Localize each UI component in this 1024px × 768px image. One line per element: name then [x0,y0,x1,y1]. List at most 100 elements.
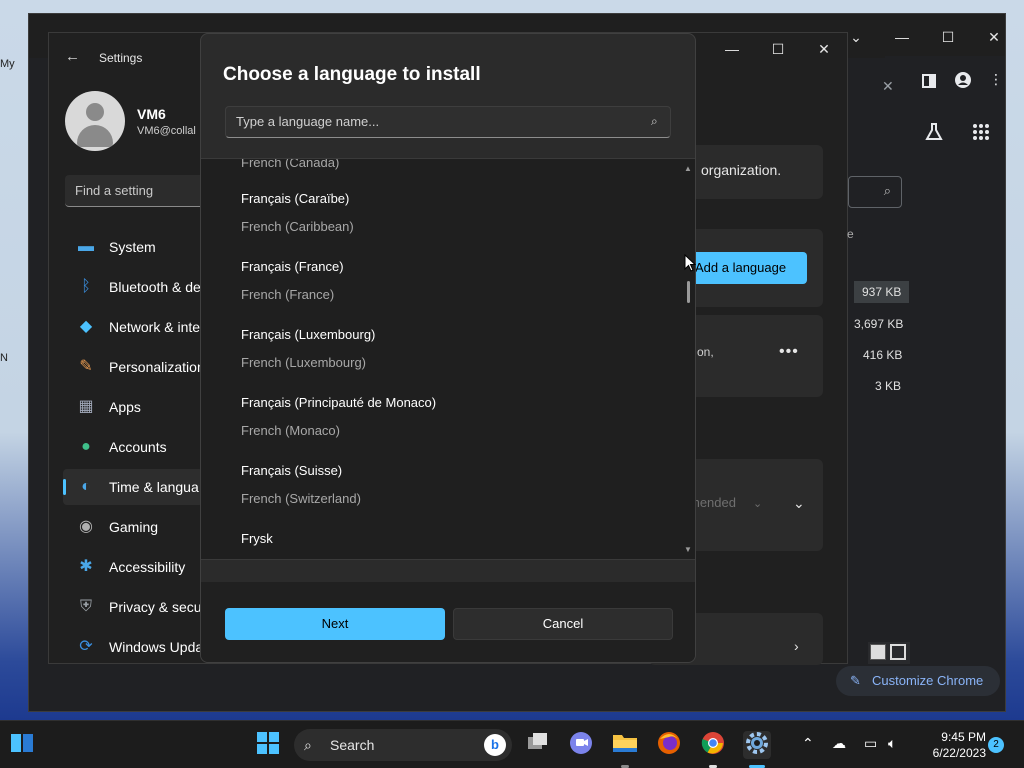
settings-close-button[interactable]: ✕ [801,41,847,61]
language-card-text: on, [697,345,714,359]
onedrive-icon[interactable]: ☁ [832,735,846,752]
regional-format-dropdown[interactable]: mended [689,495,736,510]
view-toggle[interactable] [868,642,910,664]
language-english-name: French (Switzerland) [241,491,361,506]
list-item[interactable]: Français (Caraïbe) French (Caribbean) [241,189,661,237]
volume-icon[interactable]: 🔈︎ [888,735,896,752]
language-list: French (Canada) Français (Caraïbe) Frenc… [201,158,695,560]
sidebar-item-bluetooth[interactable]: ᛒ Bluetooth & de [63,269,203,305]
language-search-input[interactable]: Type a language name... [225,106,671,138]
more-options-icon[interactable]: ••• [779,343,799,361]
sidebar-icon[interactable] [922,74,936,88]
sidebar-item-label: Personalization [109,359,203,375]
chrome-minimize-button[interactable]: — [879,24,925,50]
back-arrow-icon[interactable]: ← [65,48,80,65]
sidebar-item-accessibility[interactable]: ✱ Accessibility [63,549,203,585]
taskbar-search-box[interactable]: ⌕ Search b [294,729,512,761]
accessibility-icon: ✱ [79,558,93,575]
sidebar-item-label: Apps [109,399,141,415]
desktop-label: My [0,58,15,70]
notification-badge[interactable]: 2 [988,737,1004,753]
sidebar-item-personalization[interactable]: ✎ Personalization [63,349,203,385]
chrome-icon[interactable] [699,731,727,759]
add-language-button[interactable]: Add a language [689,252,807,284]
chrome-maximize-button[interactable]: ☐ [925,24,971,50]
taskbar: ⌕ Search b ⌃ ☁ ▭ 🔈︎ 9:45 PM 6/22/2023 2 [0,720,1024,768]
download-size: 416 KB [863,348,903,362]
list-item[interactable]: Français (Luxembourg) French (Luxembourg… [241,325,661,373]
profile-icon[interactable] [955,72,971,88]
settings-maximize-button[interactable]: ☐ [755,41,801,61]
teams-chat-icon[interactable] [567,731,595,759]
sidebar-item-accounts[interactable]: ● Accounts [63,429,203,465]
mouse-cursor-icon [684,254,696,272]
sidebar-item-gaming[interactable]: ◉ Gaming [63,509,203,545]
expand-chevron-icon[interactable]: ⌄ [793,495,805,512]
list-item[interactable]: French (Canada) [241,159,661,173]
desktop-label: N [0,352,8,364]
more-icon[interactable]: ⋮ [989,71,1003,88]
language-english-name: French (Monaco) [241,423,340,438]
language-native-name: Français (Suisse) [241,463,343,478]
chrome-tab-close-icon[interactable]: ✕ [882,78,894,95]
clock[interactable]: 9:45 PM 6/22/2023 [916,729,986,761]
widgets-icon[interactable] [8,731,36,759]
language-english-name: French (Luxembourg) [241,355,366,370]
download-size: 3,697 KB [854,317,904,331]
firefox-icon[interactable] [655,731,683,759]
pencil-icon: ✎ [850,673,861,688]
start-windows-icon[interactable] [254,731,282,759]
sidebar-item-label: Bluetooth & de [109,279,201,295]
download-size: 3 KB [875,379,902,393]
system-icon: ▬ [78,238,94,255]
info-text: organization. [701,162,782,178]
scroll-down-icon[interactable]: ▼ [684,545,692,554]
labs-icon[interactable] [924,122,944,142]
sidebar-item-time-language[interactable]: ◐ Time & langua [63,469,203,505]
avatar[interactable] [65,91,125,151]
scroll-up-icon[interactable]: ▲ [684,164,692,173]
sidebar-item-label: Gaming [109,519,159,535]
next-button[interactable]: Next [225,608,445,640]
list-item[interactable]: Frysk [241,529,661,549]
chevron-right-icon[interactable]: › [794,638,799,654]
language-native-name: Français (Principauté de Monaco) [241,395,437,410]
downloads-search[interactable]: ⌕ [848,176,902,208]
settings-minimize-button[interactable]: — [709,41,755,61]
grid-view-icon[interactable] [890,644,906,660]
cancel-button[interactable]: Cancel [453,608,673,640]
sidebar-item-network[interactable]: ◆ Network & inte [63,309,203,345]
windows-update-icon: ⟳ [79,638,93,655]
network-status-icon[interactable]: ▭ [864,735,877,752]
language-native-name: Frysk [241,531,273,546]
dialog-title: Choose a language to install [223,64,481,85]
chrome-close-button[interactable]: ✕ [971,24,1017,50]
list-item[interactable]: Français (Suisse) French (Switzerland) [241,461,661,509]
sidebar-item-system[interactable]: ▬ System [63,229,203,265]
file-explorer-icon[interactable] [611,731,639,759]
user-email: VM6@collal [137,125,196,137]
sidebar-item-privacy[interactable]: ⛨ Privacy & secu [63,589,203,625]
customize-chrome-label: Customize Chrome [872,673,984,688]
language-native-name: Français (Caraïbe) [241,191,350,206]
download-size: 937 KB [854,281,910,303]
sidebar-item-label: Time & langua [109,479,199,495]
language-english-name: French (France) [241,287,335,302]
sidebar-item-windows-update[interactable]: ⟳ Windows Upda [63,629,203,665]
chevron-up-icon[interactable]: ⌃ [802,735,814,752]
personalization-icon: ✎ [79,358,93,375]
sidebar-item-label: Network & inte [109,319,201,335]
apps-grid-icon[interactable] [972,123,990,141]
list-item[interactable]: Français (France) French (France) [241,257,661,305]
clock-time: 9:45 PM [941,730,986,744]
apps-icon: ▦ [78,398,94,415]
scrollbar-thumb[interactable] [687,281,690,303]
customize-chrome-button[interactable]: ✎ Customize Chrome [836,666,1000,696]
list-item[interactable]: Français (Principauté de Monaco) French … [241,393,661,441]
list-view-icon[interactable] [870,644,886,660]
bing-icon[interactable]: b [484,734,506,756]
sidebar-item-apps[interactable]: ▦ Apps [63,389,203,425]
find-setting-input[interactable]: Find a setting [65,175,215,207]
task-view-icon[interactable] [524,731,552,759]
settings-gear-icon[interactable] [743,731,771,759]
